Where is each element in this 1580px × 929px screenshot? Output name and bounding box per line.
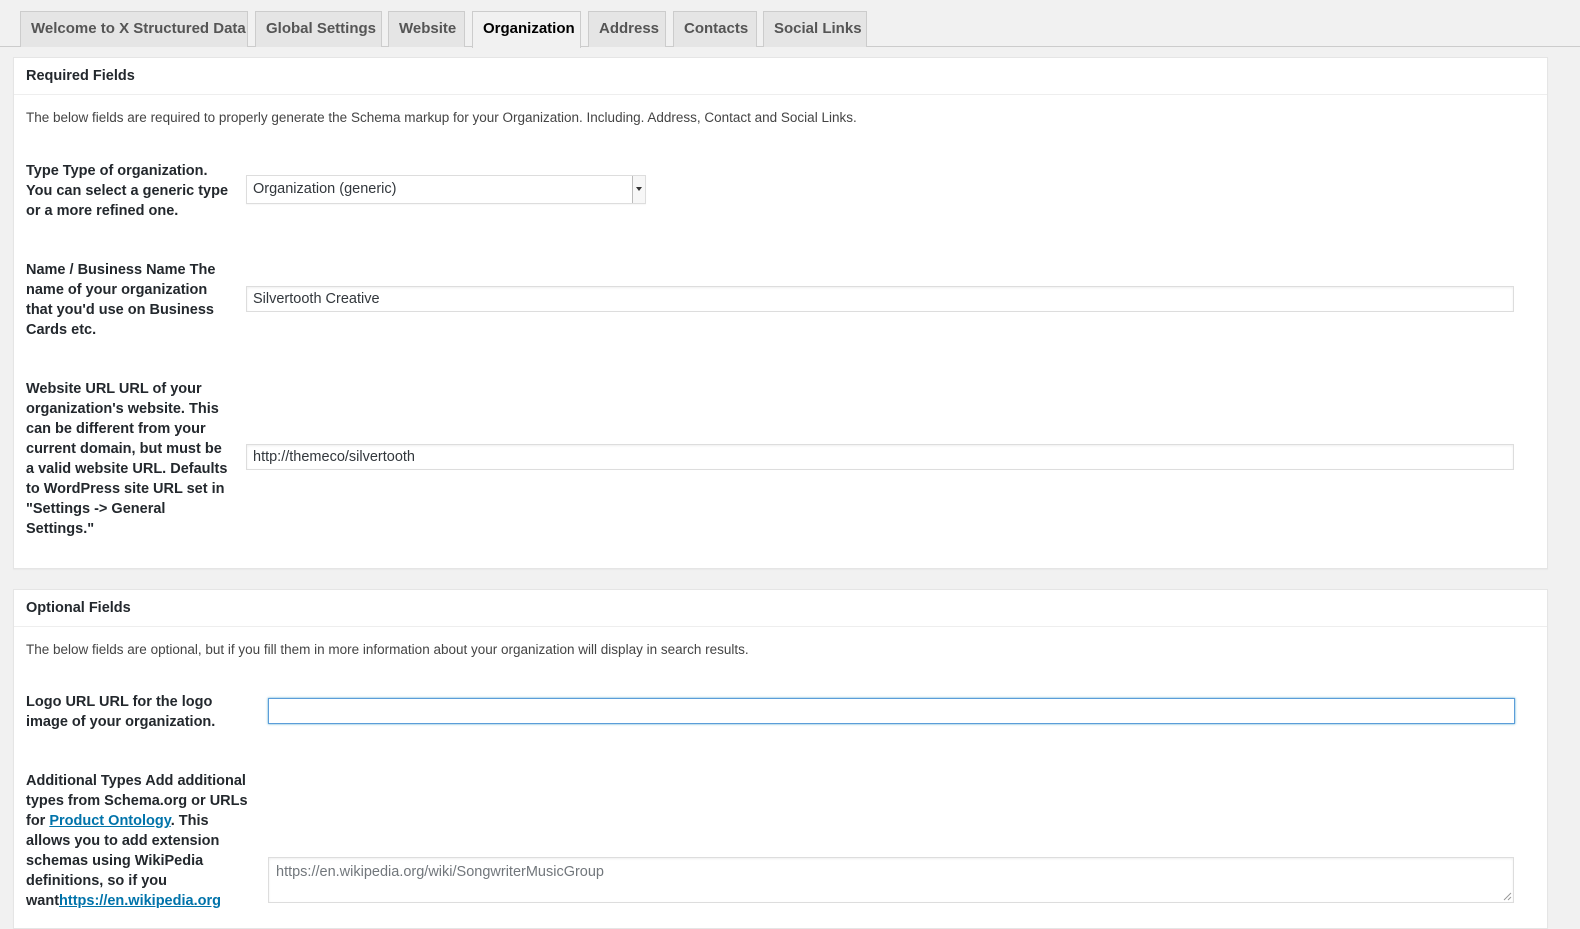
- organization-type-label: Type Type of organization. You can selec…: [26, 163, 229, 219]
- organization-type-value: Organization (generic): [253, 181, 397, 197]
- tab-social-links[interactable]: Social Links: [763, 11, 867, 47]
- tab-bar: Welcome to X Structured Data Global Sett…: [0, 0, 1580, 48]
- organization-type-select[interactable]: Organization (generic): [246, 175, 646, 204]
- resize-grip-icon[interactable]: [1502, 891, 1512, 901]
- required-fields-heading: Required Fields: [14, 58, 1547, 95]
- tab-global-settings[interactable]: Global Settings: [255, 11, 382, 47]
- tab-label: Social Links: [774, 20, 862, 37]
- tab-website[interactable]: Website: [388, 11, 465, 47]
- optional-fields-heading: Optional Fields: [14, 590, 1547, 627]
- business-name-input[interactable]: [246, 286, 1514, 312]
- website-url-label: Website URL URL of your organization's w…: [26, 381, 228, 537]
- product-ontology-link[interactable]: Product Ontology: [49, 813, 170, 829]
- tab-contacts[interactable]: Contacts: [673, 11, 757, 47]
- logo-url-input[interactable]: [268, 698, 1515, 724]
- chevron-down-icon: [632, 176, 645, 203]
- tab-organization[interactable]: Organization: [472, 11, 581, 48]
- additional-types-textarea[interactable]: [268, 857, 1514, 903]
- website-url-input[interactable]: [246, 444, 1514, 470]
- tab-label: Website: [399, 20, 457, 37]
- additional-types-label: Additional Types Add additional types fr…: [26, 771, 248, 911]
- logo-url-label: Logo URL URL for the logo image of your …: [26, 694, 216, 730]
- tab-label: Address: [599, 20, 660, 37]
- tab-label: Welcome to X Structured Data: [31, 20, 246, 37]
- tab-address[interactable]: Address: [588, 11, 666, 47]
- optional-fields-description: The below fields are optional, but if yo…: [26, 642, 749, 657]
- tab-label: Contacts: [684, 20, 749, 37]
- optional-fields-panel: Optional Fields The below fields are opt…: [13, 589, 1548, 929]
- business-name-label: Name / Business Name The name of your or…: [26, 262, 216, 338]
- required-fields-description: The below fields are required to properl…: [26, 110, 857, 125]
- tab-label: Global Settings: [266, 20, 377, 37]
- required-fields-panel: Required Fields The below fields are req…: [13, 57, 1548, 569]
- tab-welcome[interactable]: Welcome to X Structured Data: [20, 11, 248, 47]
- tab-label: Organization: [483, 20, 575, 37]
- wikipedia-link[interactable]: https://en.wikipedia.org: [59, 893, 221, 909]
